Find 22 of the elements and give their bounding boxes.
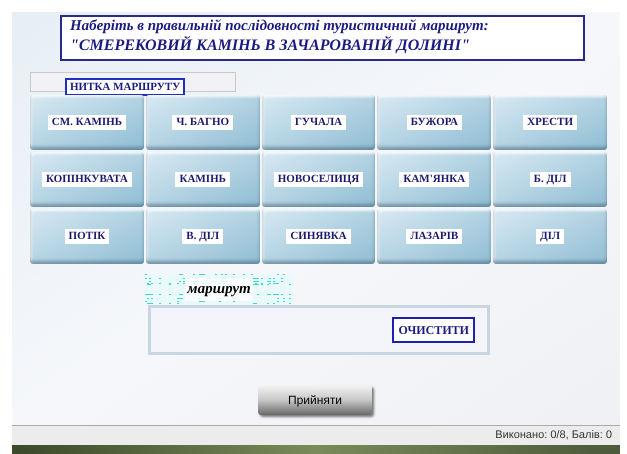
place-button[interactable]: СМ. КАМІНЬ [30,95,144,150]
place-button[interactable]: ДІЛ [493,209,607,264]
place-button[interactable]: ХРЕСТИ [493,95,607,150]
accept-button[interactable]: Прийняти [258,385,372,415]
place-button[interactable]: Б. ДІЛ [493,152,607,207]
place-button[interactable]: ЛАЗАРІВ [377,209,492,264]
place-button[interactable]: НОВОСЕЛИЦЯ [262,152,376,207]
route-label: НИТКА МАРШРУТУ [65,78,186,96]
answer-label: маршрут [145,274,293,305]
place-button[interactable]: КАМ'ЯНКА [377,152,492,207]
place-button[interactable]: В. ДІЛ [146,209,260,264]
answer-field[interactable]: ОЧИСТИТИ [148,305,490,355]
place-button[interactable]: БУЖОРА [377,95,492,150]
clear-button[interactable]: ОЧИСТИТИ [392,317,475,343]
place-button[interactable]: СИНЯВКА [262,209,376,264]
place-button[interactable]: КАМІНЬ [146,152,260,207]
place-button[interactable]: КОПІНКУВАТА [30,152,144,207]
instruction-text: Наберіть в правильній послідовності туристичний маршрут: "СМЕРЕКОВИЙ КАМІНЬ В ЗАЧАРОВАНІЙ ДОЛИНІ" [60,15,585,61]
place-button[interactable]: ПОТІК [30,209,144,264]
status-bar: Виконано: 0/8, Балів: 0 [12,425,620,445]
place-button[interactable]: Ч. БАГНО [146,95,260,150]
place-button[interactable]: ГУЧАЛА [262,95,376,150]
